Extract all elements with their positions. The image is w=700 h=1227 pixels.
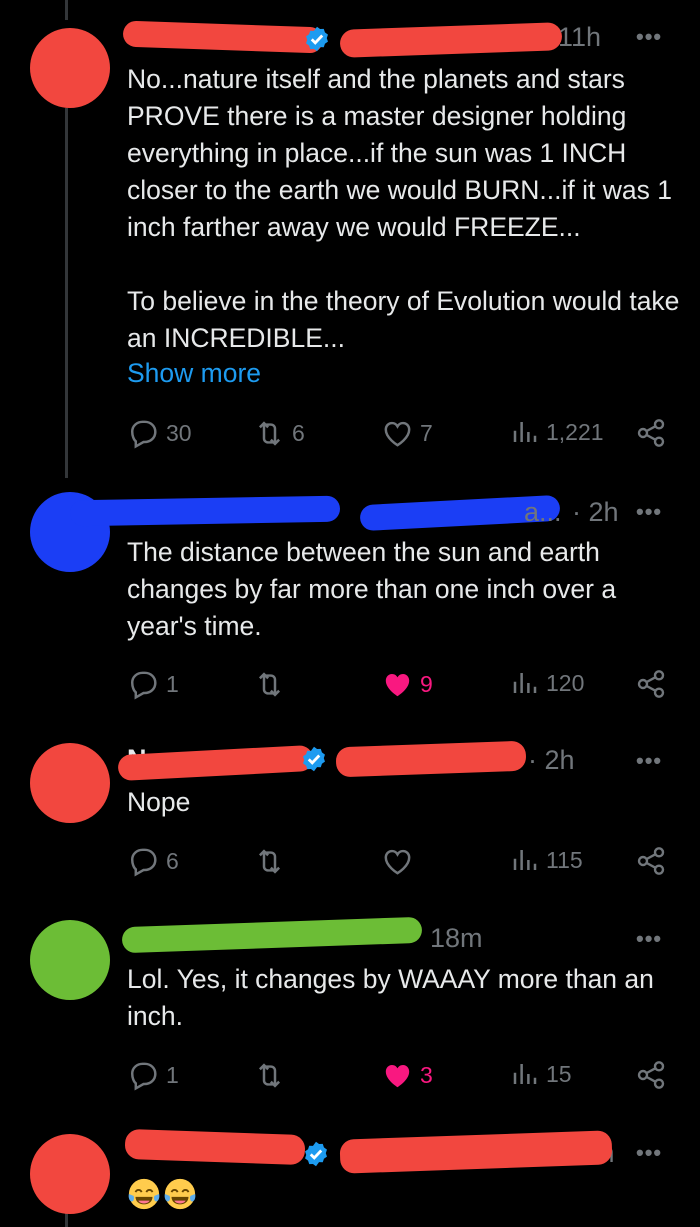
thread-line [65,108,68,478]
show-more-link[interactable]: Show more [127,358,261,389]
like-button[interactable] [381,845,420,878]
timestamp[interactable]: · 2h [572,497,619,528]
reply-button[interactable]: 1 [127,1059,179,1092]
views-button[interactable]: 120 [510,668,584,698]
redacted-name [122,20,324,54]
views-icon [513,1064,537,1084]
view-count: 1,221 [546,418,604,445]
reply-icon [130,420,157,449]
repost-button[interactable] [253,845,292,878]
reply-button[interactable]: 1 [127,668,179,701]
like-count: 9 [420,671,433,697]
like-button[interactable]: 7 [381,417,433,450]
reply-icon [130,848,157,877]
share-button[interactable] [635,668,667,700]
views-button[interactable]: 15 [510,1059,572,1089]
views-button[interactable]: 115 [510,845,583,875]
heart-icon [384,849,411,875]
heart-icon [385,1065,410,1088]
redacted-name [124,1128,306,1166]
redacted-name [117,744,314,782]
repost-button[interactable] [253,668,292,701]
reply-count: 1 [166,1062,179,1088]
views-button[interactable]: 1,221 [510,417,604,447]
repost-icon [258,849,281,874]
redacted-handle [335,740,527,778]
redacted-handle [339,22,563,58]
face-with-tears-of-joy-icon [128,1178,160,1210]
more-icon[interactable]: ••• [636,1140,662,1166]
thread-line [65,1212,68,1227]
like-button[interactable]: 9 [381,668,433,701]
reply-button[interactable]: 6 [127,845,179,878]
more-icon[interactable]: ••• [636,926,662,952]
avatar[interactable] [30,28,110,108]
verified-badge-icon [305,1141,327,1167]
avatar[interactable] [30,1134,110,1214]
verified-badge-icon [303,746,325,772]
thread-line [65,0,68,20]
timestamp[interactable]: 11h [558,22,601,53]
timestamp[interactable]: · 2h [528,745,575,776]
timestamp[interactable]: 18m [430,923,483,954]
repost-button[interactable] [253,1059,292,1092]
reply-count: 30 [166,420,192,446]
heart-icon [385,674,410,697]
views-icon [513,850,537,870]
more-icon[interactable]: ••• [636,499,662,525]
redacted-name [69,495,341,527]
view-count: 115 [546,846,583,873]
tweet-text: Nope [127,787,191,817]
like-count: 7 [420,420,433,446]
views-icon [513,422,537,442]
view-count: 120 [546,669,585,696]
share-icon [637,670,665,698]
verified-badge-icon [306,26,328,52]
avatar[interactable] [30,920,110,1000]
share-icon [637,847,665,875]
share-button[interactable] [635,417,667,449]
face-with-tears-of-joy-icon [164,1178,196,1210]
tweet-text: The distance between the sun and earth c… [127,537,624,641]
handle-fragment: a... [524,497,562,527]
share-button[interactable] [635,1059,667,1091]
views-icon [513,673,537,693]
heart-icon [384,421,411,447]
reply-count: 1 [166,671,179,697]
view-count: 15 [546,1060,572,1087]
share-button[interactable] [635,845,667,877]
redacted-name [121,916,423,954]
more-icon[interactable]: ••• [636,24,662,50]
like-count: 3 [420,1062,433,1088]
repost-icon [258,421,281,446]
reply-icon [130,671,157,700]
repost-icon [258,672,281,697]
avatar[interactable] [30,743,110,823]
more-icon[interactable]: ••• [636,748,662,774]
share-icon [637,1061,665,1089]
reply-icon [130,1062,157,1091]
share-icon [637,419,665,447]
tweet-text: Lol. Yes, it changes by WAAAY more than … [127,964,662,1031]
reply-count: 6 [166,848,179,874]
reply-button[interactable]: 30 [127,417,192,450]
repost-icon [258,1063,281,1088]
like-button[interactable]: 3 [381,1059,433,1092]
repost-button[interactable]: 6 [253,417,305,450]
tweet-text: No...nature itself and the planets and s… [127,64,680,353]
repost-count: 6 [292,420,305,446]
